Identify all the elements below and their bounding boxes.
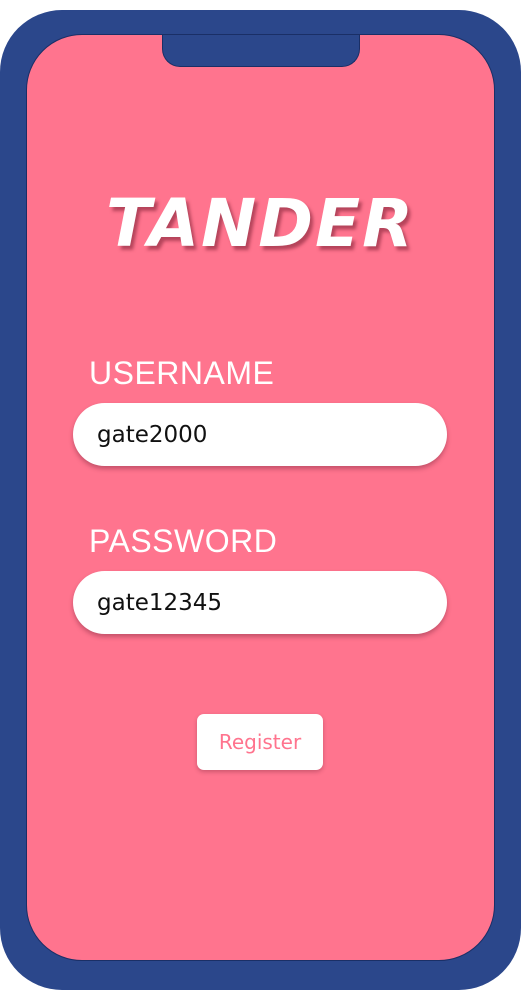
phone-notch <box>162 35 360 67</box>
phone-frame: TANDER USERNAME PASSWORD Register <box>0 10 521 990</box>
app-screen: TANDER USERNAME PASSWORD Register <box>26 34 495 961</box>
username-label: USERNAME <box>89 355 275 391</box>
register-button[interactable]: Register <box>197 714 323 770</box>
password-input[interactable] <box>73 571 447 634</box>
password-label: PASSWORD <box>89 523 278 559</box>
username-input[interactable] <box>73 403 447 466</box>
app-logo: TANDER <box>106 185 415 262</box>
